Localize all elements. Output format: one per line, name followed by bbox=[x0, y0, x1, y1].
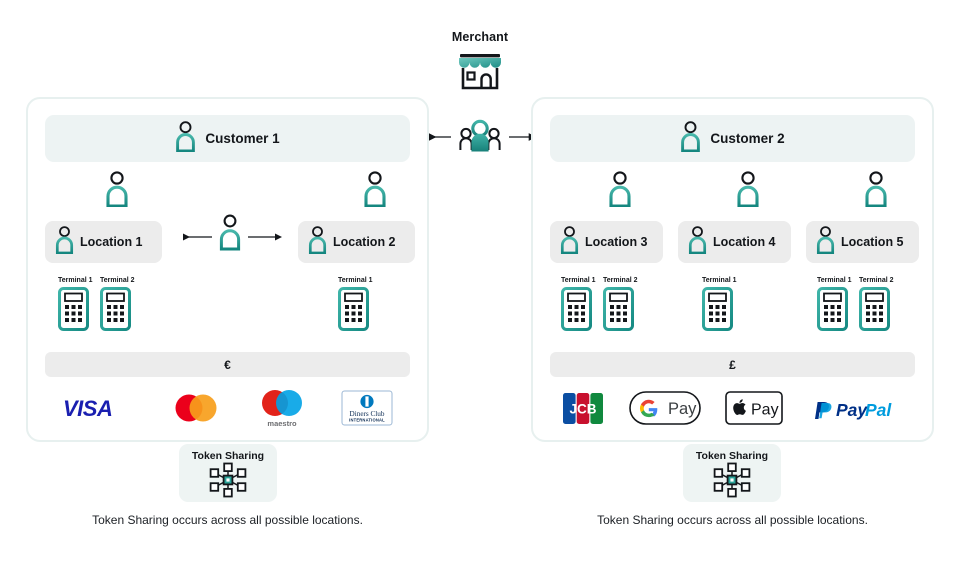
token-sharing-card[interactable]: Token Sharing bbox=[683, 444, 781, 502]
svg-text:Pay: Pay bbox=[751, 402, 779, 419]
person-icon bbox=[608, 171, 632, 212]
svg-text:JCB: JCB bbox=[570, 401, 597, 416]
location-label: Location 1 bbox=[80, 235, 143, 249]
terminal-item[interactable]: Terminal 1 bbox=[817, 277, 852, 336]
storefront-icon bbox=[452, 50, 508, 95]
token-sharing-title: Token Sharing bbox=[695, 450, 769, 462]
svg-text:INTERNATIONAL: INTERNATIONAL bbox=[349, 418, 385, 423]
customer-header-bar: Customer 2 bbox=[550, 115, 915, 162]
person-icon bbox=[736, 171, 760, 212]
person-icon bbox=[680, 120, 701, 157]
diners-club-logo[interactable]: Diners Club INTERNATIONAL bbox=[341, 390, 393, 426]
terminal-group: Terminal 1 bbox=[702, 277, 737, 336]
token-sharing-card[interactable]: Token Sharing bbox=[179, 444, 277, 502]
terminal-label: Terminal 2 bbox=[100, 277, 135, 284]
payment-methods-row: JCB Pay Pay Pay Pal bbox=[550, 387, 915, 429]
token-sharing-network-icon bbox=[209, 462, 247, 498]
location-box[interactable]: Location 1 bbox=[45, 221, 162, 263]
currency-symbol: £ bbox=[729, 357, 736, 372]
payment-terminal-icon bbox=[58, 287, 89, 331]
locations-row: Location 3 Location 4 Location 5 bbox=[550, 221, 919, 263]
token-sharing-network-icon bbox=[713, 462, 751, 498]
person-icon bbox=[175, 120, 196, 157]
location-label: Location 4 bbox=[713, 235, 776, 249]
payment-terminal-icon bbox=[603, 287, 634, 331]
payment-terminal-icon bbox=[702, 287, 733, 331]
customer-label: Customer 2 bbox=[710, 131, 785, 146]
google-pay-logo[interactable]: Pay bbox=[628, 391, 701, 425]
person-icon bbox=[688, 225, 707, 259]
person-icon bbox=[816, 225, 835, 259]
payment-terminal-icon bbox=[338, 287, 369, 331]
maestro-logo[interactable]: maestro bbox=[257, 388, 307, 428]
jcb-logo[interactable]: JCB bbox=[562, 392, 604, 425]
terminal-item[interactable]: Terminal 1 bbox=[58, 277, 93, 336]
terminal-item[interactable]: Terminal 2 bbox=[859, 277, 894, 336]
customer-label: Customer 1 bbox=[205, 131, 280, 146]
payment-terminal-icon bbox=[817, 287, 848, 331]
token-sharing-title: Token Sharing bbox=[191, 450, 265, 462]
terminal-label: Terminal 1 bbox=[702, 277, 737, 284]
payment-terminal-icon bbox=[561, 287, 592, 331]
mastercard-logo[interactable] bbox=[170, 392, 222, 424]
merchant-block: Merchant bbox=[0, 30, 960, 95]
location-box[interactable]: Location 5 bbox=[806, 221, 919, 263]
terminal-group: Terminal 1 Terminal 2 bbox=[58, 277, 135, 336]
merchant-label: Merchant bbox=[451, 30, 509, 44]
person-icon bbox=[560, 225, 579, 259]
terminal-label: Terminal 2 bbox=[603, 277, 638, 284]
person-icon bbox=[219, 214, 241, 251]
customer-2-panel: Customer 2 Location 3 Location 4 Locatio… bbox=[531, 97, 934, 442]
person-icon bbox=[864, 171, 888, 212]
payment-terminal-icon bbox=[100, 287, 131, 331]
terminal-group: Terminal 1 Terminal 2 bbox=[817, 277, 894, 336]
terminal-label: Terminal 2 bbox=[859, 277, 894, 284]
payment-methods-row: VISA maestro Diners Club INTERNATIONAL bbox=[45, 387, 410, 429]
location-label: Location 2 bbox=[333, 235, 396, 249]
location-box[interactable]: Location 3 bbox=[550, 221, 663, 263]
person-icon bbox=[308, 225, 327, 259]
paypal-logo[interactable]: Pay Pal bbox=[808, 395, 903, 421]
location-label: Location 5 bbox=[841, 235, 904, 249]
svg-text:Pal: Pal bbox=[865, 400, 892, 420]
terminal-item[interactable]: Terminal 2 bbox=[603, 277, 638, 336]
location-label: Location 3 bbox=[585, 235, 648, 249]
location-box[interactable]: Location 4 bbox=[678, 221, 791, 263]
terminal-group: Terminal 1 Terminal 2 bbox=[561, 277, 638, 336]
token-sharing-caption: Token Sharing occurs across all possible… bbox=[597, 513, 868, 527]
terminal-label: Terminal 1 bbox=[58, 277, 93, 284]
diagram-canvas: Merchant Customer 1 Location 1 Location … bbox=[0, 0, 960, 565]
terminal-item[interactable]: Terminal 1 bbox=[702, 277, 737, 336]
customer-header-bar: Customer 1 bbox=[45, 115, 410, 162]
terminal-label: Terminal 1 bbox=[338, 277, 373, 284]
person-icon bbox=[105, 171, 129, 212]
locations-row: Location 1 Location 2 bbox=[45, 214, 415, 263]
svg-text:VISA: VISA bbox=[63, 396, 112, 421]
customer-1-panel: Customer 1 Location 1 Location 2 Termina… bbox=[26, 97, 429, 442]
location-box[interactable]: Location 2 bbox=[298, 221, 415, 263]
terminal-item[interactable]: Terminal 2 bbox=[100, 277, 135, 336]
svg-text:maestro: maestro bbox=[267, 419, 297, 428]
terminal-item[interactable]: Terminal 1 bbox=[338, 277, 373, 336]
terminal-item[interactable]: Terminal 1 bbox=[561, 277, 596, 336]
branch-people-row bbox=[550, 171, 915, 216]
person-icon bbox=[55, 225, 74, 259]
visa-logo[interactable]: VISA bbox=[62, 395, 136, 421]
location-transfer-connector bbox=[176, 209, 284, 263]
terminal-group: Terminal 1 bbox=[338, 277, 373, 336]
terminal-label: Terminal 1 bbox=[561, 277, 596, 284]
svg-text:Pay: Pay bbox=[836, 400, 868, 420]
svg-text:Pay: Pay bbox=[668, 400, 697, 418]
currency-bar: £ bbox=[550, 352, 915, 377]
merchant-customer-connector bbox=[424, 118, 537, 154]
person-icon bbox=[363, 171, 387, 212]
apple-pay-logo[interactable]: Pay bbox=[725, 391, 784, 425]
payment-terminal-icon bbox=[859, 287, 890, 331]
currency-symbol: € bbox=[224, 357, 231, 372]
token-sharing-caption: Token Sharing occurs across all possible… bbox=[92, 513, 363, 527]
currency-bar: € bbox=[45, 352, 410, 377]
people-group-icon bbox=[459, 119, 501, 152]
terminal-label: Terminal 1 bbox=[817, 277, 852, 284]
